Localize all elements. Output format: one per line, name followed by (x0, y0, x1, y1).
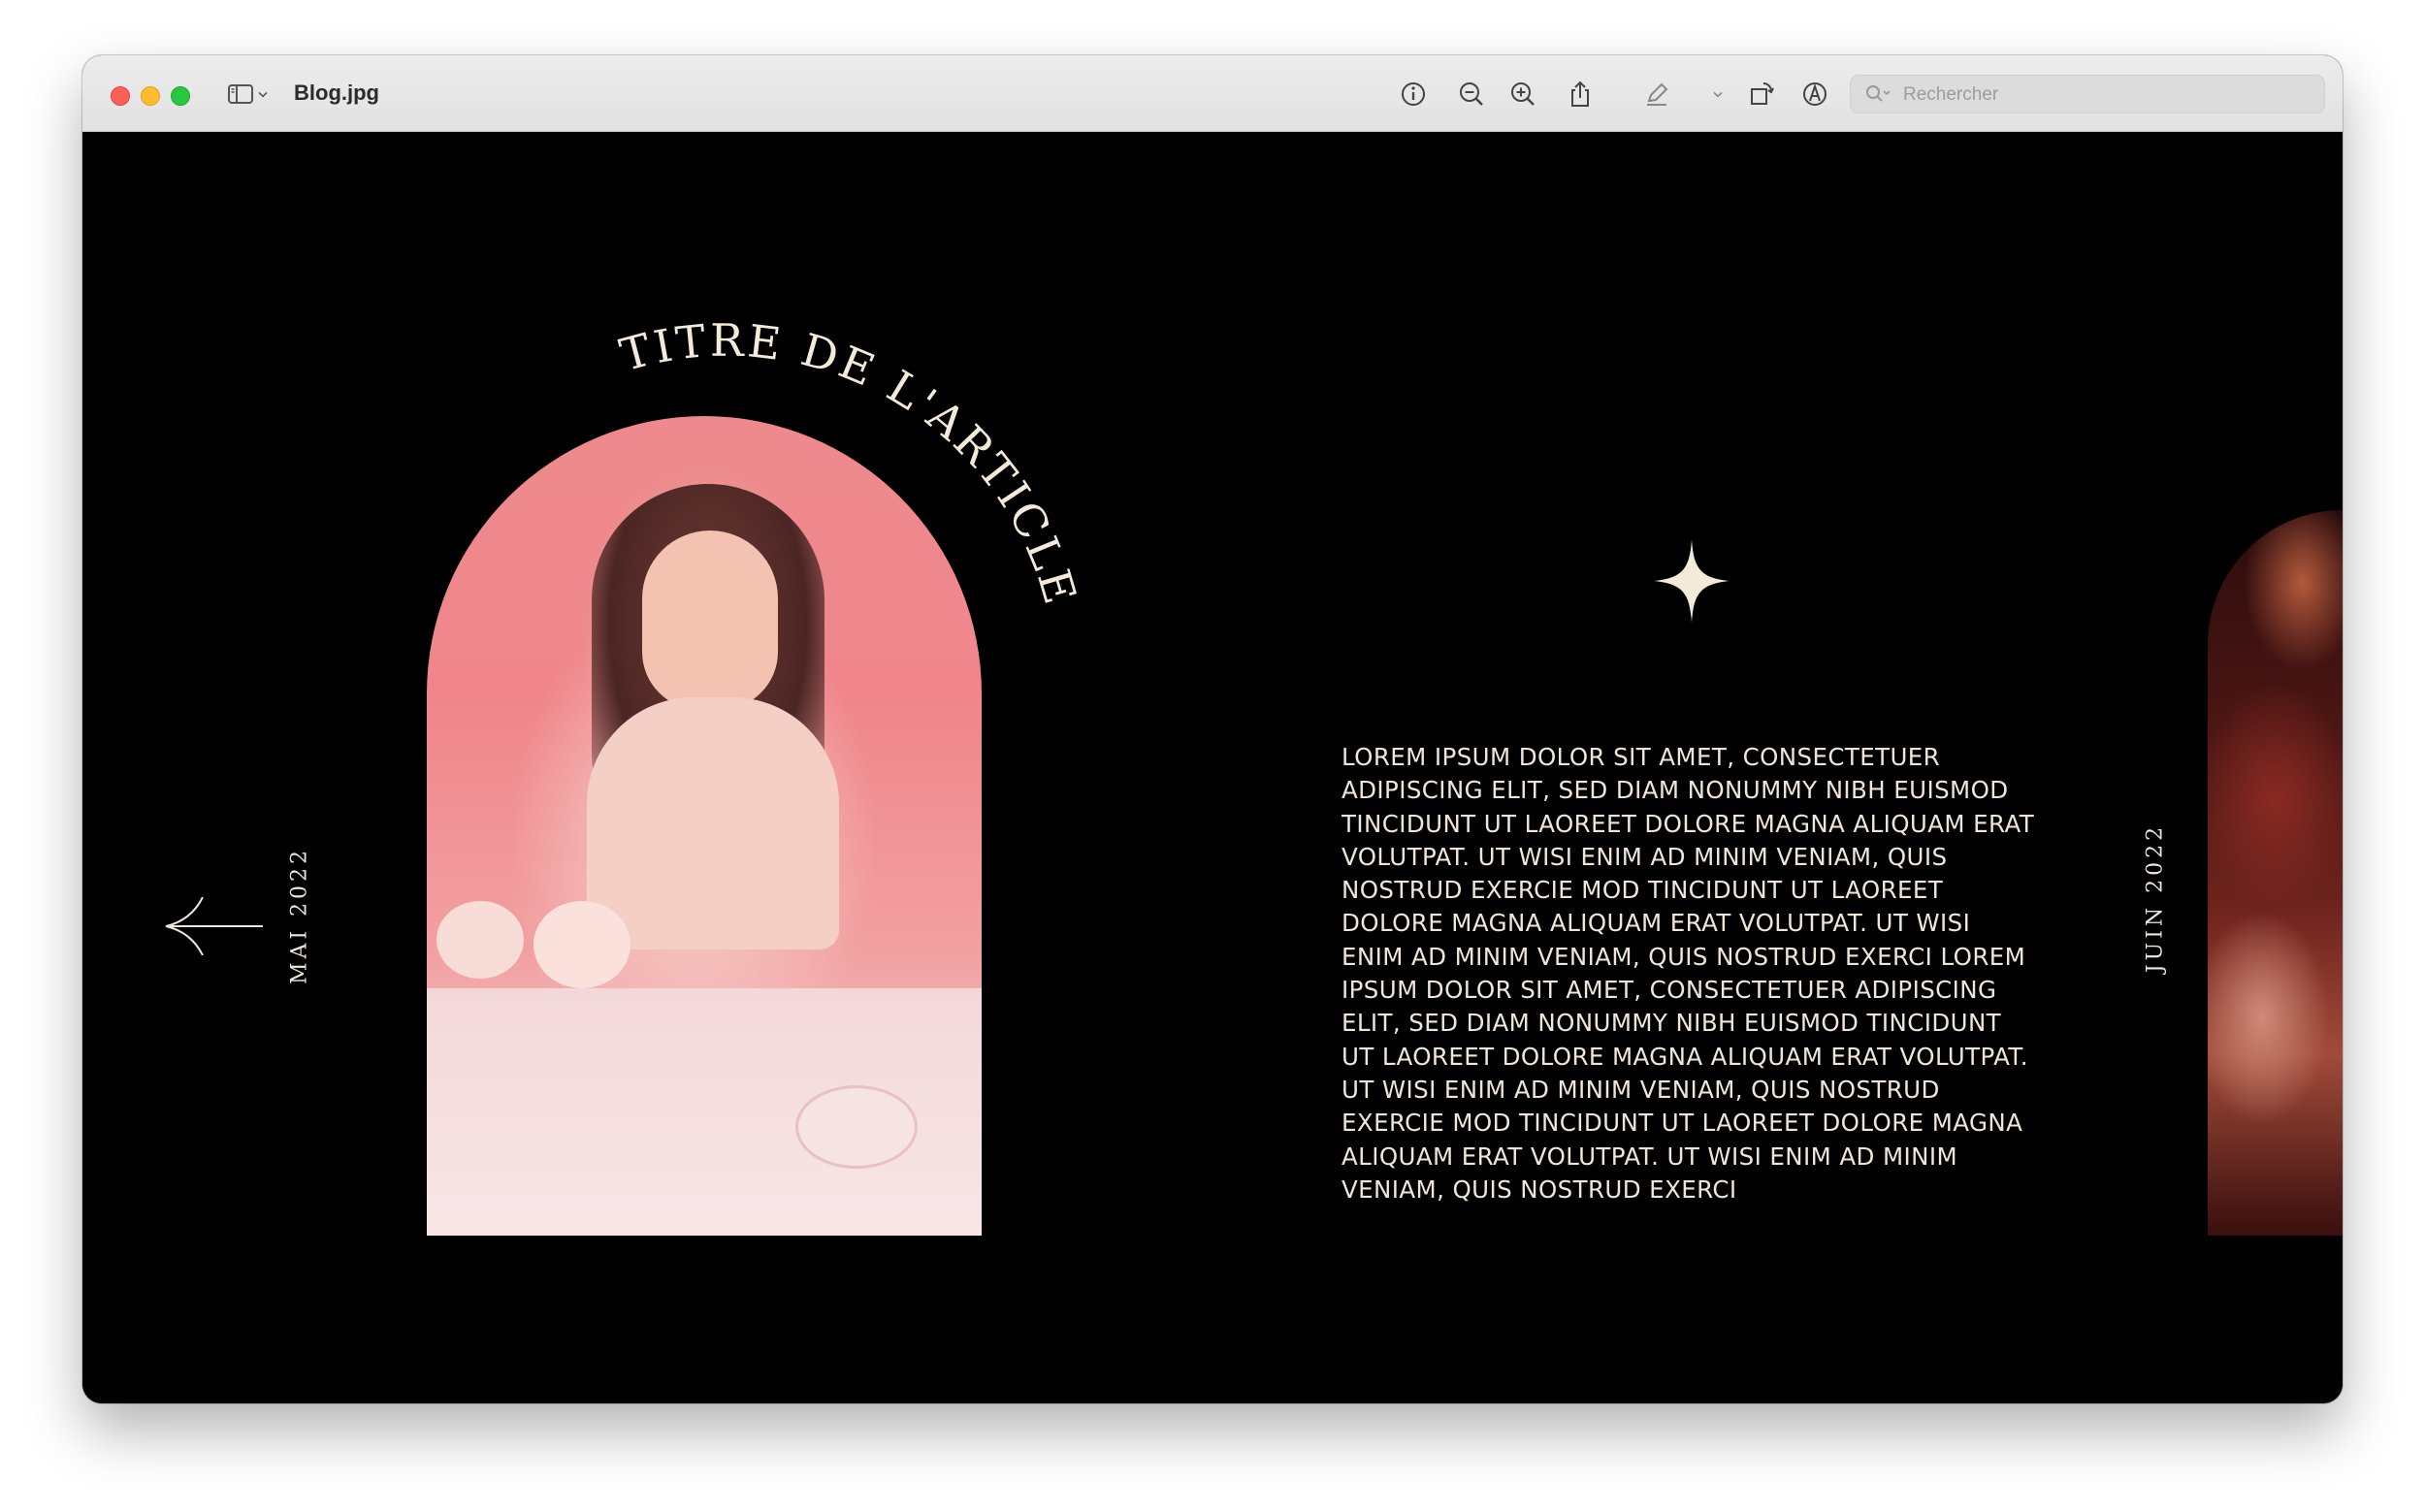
chevron-down-icon (258, 91, 268, 98)
minimize-window-button[interactable] (141, 86, 160, 106)
annotate-button[interactable] (1797, 77, 1832, 112)
sidebar-menu-chevron[interactable] (253, 77, 273, 112)
share-button[interactable] (1563, 77, 1598, 112)
info-button[interactable] (1396, 77, 1431, 112)
zoom-out-icon (1460, 82, 1483, 106)
sparkle-icon (1654, 539, 1730, 623)
zoom-in-icon (1511, 82, 1535, 106)
search-icon (1866, 85, 1891, 102)
fullscreen-window-button[interactable] (171, 86, 190, 106)
next-date-label: JUIN 2022 (2143, 822, 2168, 974)
zoom-out-button[interactable] (1454, 77, 1489, 112)
markup-pen-icon (1647, 82, 1668, 106)
sidebar-icon (228, 84, 253, 104)
markup-button[interactable] (1639, 77, 1674, 112)
current-date-label: MAI 2022 (287, 846, 312, 985)
search-field[interactable] (1850, 75, 2325, 114)
rotate-icon (1751, 82, 1774, 105)
article-body: Lorem ipsum dolor sit amet, consectetuer… (1342, 743, 2035, 1204)
arrow-left-icon[interactable] (162, 897, 265, 955)
close-window-button[interactable] (111, 86, 130, 106)
markup-menu-chevron[interactable] (1708, 77, 1728, 112)
next-article-photo[interactable] (2208, 510, 2343, 1236)
document-title: Blog.jpg (294, 80, 379, 105)
chevron-down-icon (1713, 91, 1723, 98)
annotate-icon (1803, 82, 1827, 106)
image-canvas: MAI 2022 TITRE DE L'ARTICLE Lorem ipsum … (82, 132, 2343, 1403)
info-icon (1402, 82, 1425, 106)
share-icon (1571, 80, 1589, 107)
zoom-in-button[interactable] (1505, 77, 1540, 112)
search-input[interactable] (1901, 76, 2312, 114)
preview-window: Blog.jpg Rechercher MAI 2022 TITRE DE L'… (82, 55, 2343, 1403)
rotate-button[interactable] (1744, 77, 1779, 112)
article-photo[interactable] (427, 416, 982, 1236)
titlebar: Blog.jpg (82, 55, 2343, 132)
